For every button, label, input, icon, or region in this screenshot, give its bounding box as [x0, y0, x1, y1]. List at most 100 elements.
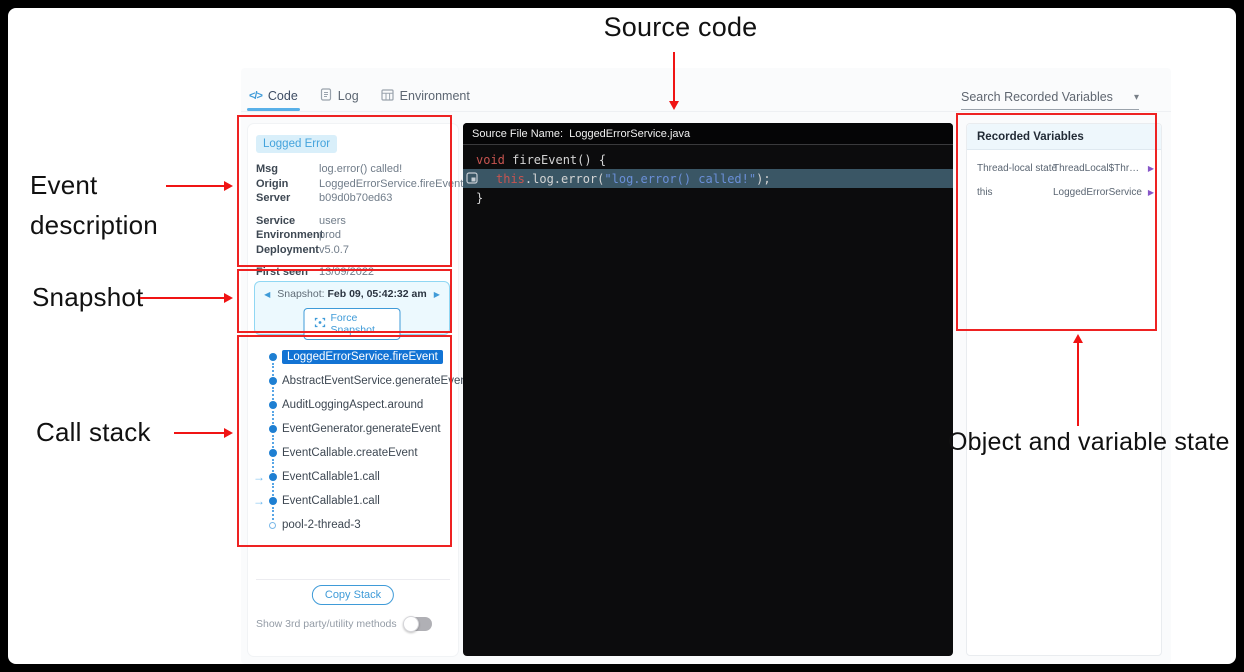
code-token: void [476, 153, 505, 167]
stack-frame-label: EventCallable.createEvent [282, 447, 418, 459]
stack-frame[interactable]: EventGenerator.generateEvent [248, 417, 454, 441]
source-code-editor[interactable]: Source File Name: LoggedErrorService.jav… [463, 123, 953, 656]
annotation-call-stack: Call stack [36, 417, 151, 448]
divider [256, 579, 450, 580]
event-row-deployment: Deploymentv5.0.7 [256, 243, 452, 258]
event-row-environment: Environmentprod [256, 228, 452, 243]
code-token: fireEvent() { [505, 153, 606, 167]
app-window: </> Code Log Environment Search Recorded… [241, 68, 1171, 664]
annotation-arrowhead-source-code [669, 101, 679, 110]
stack-frame-thread[interactable]: pool-2-thread-3 [248, 513, 454, 537]
annotation-arrow-snapshot [140, 297, 224, 299]
stack-frame-label: AbstractEventService.generateEvent [282, 375, 470, 387]
frame-dot-icon [269, 401, 277, 409]
event-row-msg: Msglog.error() called! [256, 162, 452, 177]
annotation-arrowhead-snapshot [224, 293, 233, 303]
editor-body: void fireEvent() { this.log.error("log.e… [463, 145, 953, 207]
stack-frame-label: EventGenerator.generateEvent [282, 423, 441, 435]
previous-snapshot-button[interactable]: ◀ [264, 290, 270, 299]
event-value: b09d0b70ed63 [319, 191, 452, 206]
code-line: void fireEvent() { [463, 150, 953, 169]
expand-arrow-icon[interactable]: ▶ [1148, 164, 1154, 173]
stack-frame[interactable]: EventCallable.createEvent [248, 441, 454, 465]
tabbar: </> Code Log Environment [249, 88, 470, 112]
logged-error-badge: Logged Error [256, 135, 337, 153]
stack-frame[interactable]: AuditLoggingAspect.around [248, 393, 454, 417]
frame-dot-icon [269, 353, 277, 361]
annotation-arrow-object-state [1077, 342, 1079, 426]
event-label: Service [256, 214, 319, 229]
snapshot-timestamp: Feb 09, 05:42:32 am [327, 288, 426, 300]
variable-name: Thread-local state [977, 163, 1057, 174]
search-select-label: Search Recorded Variables [961, 90, 1113, 104]
variable-row[interactable]: this LoggedErrorService ▶ [967, 180, 1161, 204]
force-snapshot-label: Force Snapshot [331, 312, 390, 336]
annotation-arrow-call-stack [174, 432, 224, 434]
search-recorded-variables-select[interactable]: Search Recorded Variables ▾ [961, 90, 1139, 110]
entry-arrow-icon: → [253, 495, 265, 507]
snapshot-scan-icon [315, 317, 326, 331]
tab-log[interactable]: Log [320, 88, 359, 112]
tab-environment[interactable]: Environment [381, 89, 470, 112]
stack-frame[interactable]: → EventCallable1.call [248, 465, 454, 489]
code-token: this [496, 172, 525, 186]
stack-frame[interactable]: AbstractEventService.generateEvent [248, 369, 454, 393]
annotation-snapshot: Snapshot [32, 282, 143, 313]
code-icon: </> [249, 90, 262, 102]
frame-dot-icon [269, 473, 277, 481]
annotation-arrow-source-code [673, 52, 675, 102]
code-line-highlighted: this.log.error("log.error() called!"); [463, 169, 953, 188]
event-sidebar: Logged Error Msglog.error() called! Orig… [248, 124, 458, 656]
event-label: Deployment [256, 243, 319, 258]
annotation-object-state: Object and variable state [948, 428, 1244, 457]
document-icon [320, 88, 332, 104]
event-label: Server [256, 191, 319, 206]
variable-type: LoggedErrorService [1053, 187, 1142, 198]
stack-frame-label: EventCallable1.call [282, 471, 380, 483]
event-label: Environment [256, 228, 319, 243]
next-snapshot-button[interactable]: ▶ [434, 290, 440, 299]
toggle-label: Show 3rd party/utility methods [256, 618, 397, 630]
screenshot-frame: Source code Event description Snapshot C… [0, 0, 1244, 672]
annotation-arrowhead-object-state [1073, 334, 1083, 343]
annotation-arrowhead-call-stack [224, 428, 233, 438]
recorded-variables-panel: Recorded Variables Thread-local state Th… [966, 123, 1162, 656]
variable-row[interactable]: Thread-local state ThreadLocal$ThreadL..… [967, 156, 1161, 180]
source-file-name: LoggedErrorService.java [569, 128, 690, 140]
event-value: prod [319, 228, 452, 243]
code-line: } [463, 188, 953, 207]
expand-arrow-icon[interactable]: ▶ [1148, 188, 1154, 197]
tab-code-label: Code [268, 89, 298, 103]
event-label: Msg [256, 162, 319, 177]
stack-frame[interactable]: → EventCallable1.call [248, 489, 454, 513]
snapshot-breakpoint-icon[interactable] [466, 172, 478, 187]
event-value: LoggedErrorService.fireEvent [319, 177, 463, 192]
event-value: 13/09/2022 [319, 265, 452, 280]
call-stack-list: LoggedErrorService.fireEvent AbstractEve… [248, 345, 458, 545]
toggle-thumb [403, 616, 419, 632]
code-token: .log.error( [525, 172, 604, 186]
third-party-methods-toggle[interactable] [405, 617, 432, 631]
chevron-down-icon: ▾ [1134, 92, 1139, 103]
event-value: v5.0.7 [319, 243, 452, 258]
force-snapshot-button[interactable]: Force Snapshot [304, 308, 401, 340]
tab-code[interactable]: </> Code [249, 89, 298, 111]
recorded-variables-title: Recorded Variables [967, 124, 1161, 150]
editor-header: Source File Name: LoggedErrorService.jav… [463, 123, 953, 145]
copy-stack-button[interactable]: Copy Stack [312, 585, 394, 605]
third-party-toggle-row: Show 3rd party/utility methods [256, 617, 450, 631]
page-background: Source code Event description Snapshot C… [8, 8, 1236, 664]
variable-type: ThreadLocal$ThreadL... [1053, 163, 1143, 174]
table-grid-icon [381, 89, 394, 104]
stack-frame[interactable]: LoggedErrorService.fireEvent [248, 345, 454, 369]
code-token: } [476, 191, 483, 205]
stack-frame-label: LoggedErrorService.fireEvent [282, 350, 443, 364]
annotation-arrowhead-event [224, 181, 233, 191]
event-row-origin: OriginLoggedErrorService.fireEvent [256, 177, 452, 192]
annotation-arrow-event [166, 185, 224, 187]
variable-name: this [977, 187, 993, 198]
event-value: users [319, 214, 452, 229]
code-token: "log.error() called!" [604, 172, 756, 186]
source-file-label: Source File Name: [472, 128, 563, 140]
event-value: log.error() called! [319, 162, 452, 177]
